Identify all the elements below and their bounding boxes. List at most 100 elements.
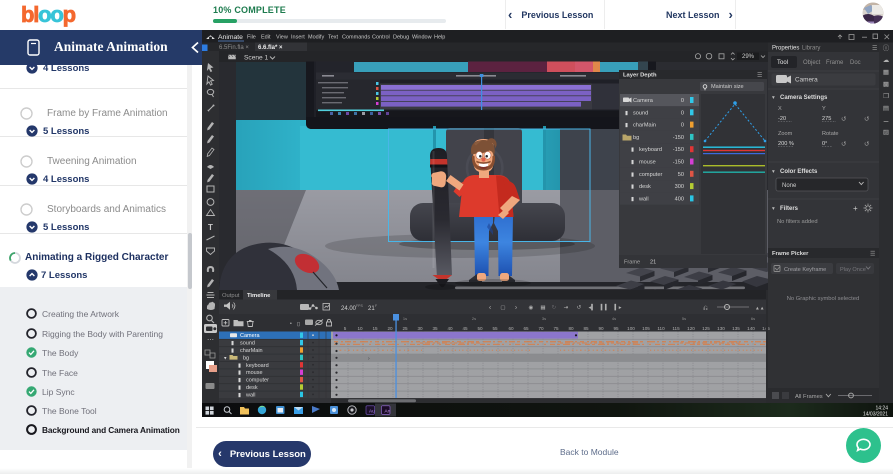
svg-text:▮: ▮ xyxy=(631,172,634,178)
svg-text:-150: -150 xyxy=(673,147,684,153)
svg-text:↺: ↺ xyxy=(841,141,847,148)
svg-text:▲▲: ▲▲ xyxy=(755,307,765,312)
svg-text:Color Effects: Color Effects xyxy=(780,169,818,175)
svg-text:▮: ▮ xyxy=(231,341,234,347)
svg-text:FPS: FPS xyxy=(356,304,363,308)
svg-text:0: 0 xyxy=(681,110,684,116)
svg-text:wall: wall xyxy=(638,196,649,202)
svg-text:135: 135 xyxy=(732,326,740,331)
svg-text:-150: -150 xyxy=(673,160,684,166)
svg-text:5: 5 xyxy=(344,326,347,331)
svg-text:▨: ▨ xyxy=(883,129,889,136)
svg-text:50: 50 xyxy=(678,172,684,178)
svg-text:Frame: Frame xyxy=(624,260,640,266)
svg-text:T: T xyxy=(208,223,213,232)
svg-text:•: • xyxy=(290,321,292,327)
svg-text:▮: ▮ xyxy=(631,196,634,202)
svg-text:115: 115 xyxy=(672,326,680,331)
svg-text:☰: ☰ xyxy=(757,72,762,79)
svg-text:Scene 1: Scene 1 xyxy=(244,54,269,61)
svg-text:▮: ▮ xyxy=(238,392,241,398)
svg-text:75: 75 xyxy=(553,326,559,331)
svg-text:An: An xyxy=(385,409,391,414)
svg-text:105: 105 xyxy=(642,326,650,331)
svg-text:Camera: Camera xyxy=(633,98,654,104)
svg-text:☰: ☰ xyxy=(870,251,875,258)
svg-text:sound: sound xyxy=(633,110,648,116)
svg-text:Frame Picker: Frame Picker xyxy=(772,251,809,257)
svg-text:↺: ↺ xyxy=(841,116,847,123)
svg-text:desk: desk xyxy=(246,385,258,391)
svg-text:Properties: Properties xyxy=(772,46,799,52)
svg-text:▤: ▤ xyxy=(883,105,889,112)
svg-text:Output: Output xyxy=(222,293,240,299)
svg-text:95: 95 xyxy=(613,326,619,331)
svg-text:90: 90 xyxy=(598,326,604,331)
svg-text:Commands: Commands xyxy=(342,35,370,41)
svg-text:bg: bg xyxy=(243,355,249,361)
svg-text:▯: ▯ xyxy=(297,322,300,328)
svg-text:bg: bg xyxy=(633,135,639,141)
svg-text:↻: ↻ xyxy=(552,304,557,311)
svg-text:140: 140 xyxy=(747,326,755,331)
svg-text:mouse: mouse xyxy=(639,160,656,166)
svg-text:6.6.fla* ×: 6.6.fla* × xyxy=(258,45,283,51)
svg-text:▮: ▮ xyxy=(631,160,634,166)
svg-text:sound: sound xyxy=(240,341,255,347)
svg-text:Layer Depth: Layer Depth xyxy=(623,73,657,79)
svg-text:125: 125 xyxy=(702,326,710,331)
svg-text:Window: Window xyxy=(412,35,432,41)
svg-text:Au: Au xyxy=(369,409,375,414)
svg-text:Control: Control xyxy=(372,35,390,41)
svg-text:Play Once: Play Once xyxy=(840,267,866,273)
svg-text:▮: ▮ xyxy=(238,363,241,369)
svg-text:25: 25 xyxy=(402,326,408,331)
svg-text:computer: computer xyxy=(246,378,269,384)
svg-text:200 %: 200 % xyxy=(778,141,794,147)
svg-text:▮: ▮ xyxy=(238,378,241,384)
svg-text:45: 45 xyxy=(462,326,468,331)
svg-text:Text: Text xyxy=(328,35,339,41)
svg-text:Create Keyframe: Create Keyframe xyxy=(784,267,826,273)
svg-text:charMain: charMain xyxy=(633,123,656,129)
svg-text:▦: ▦ xyxy=(540,305,546,311)
svg-text:55: 55 xyxy=(492,326,498,331)
svg-text:Insert: Insert xyxy=(291,35,305,41)
svg-text:▮: ▮ xyxy=(231,348,234,354)
svg-text:▦: ▦ xyxy=(883,69,889,76)
svg-text:21: 21 xyxy=(650,260,656,266)
svg-text:ⓘ: ⓘ xyxy=(883,44,890,52)
svg-text:Timeline: Timeline xyxy=(247,293,271,299)
svg-text:Tool: Tool xyxy=(777,60,788,66)
svg-text:40: 40 xyxy=(447,326,453,331)
svg-text:70: 70 xyxy=(538,326,544,331)
svg-text:↺: ↺ xyxy=(864,116,870,123)
svg-text:Doc: Doc xyxy=(850,60,861,66)
svg-text:80: 80 xyxy=(568,326,574,331)
svg-text:30: 30 xyxy=(417,326,423,331)
svg-text:Camera: Camera xyxy=(240,333,261,339)
svg-text:▮: ▮ xyxy=(625,110,628,116)
svg-text:❒: ❒ xyxy=(883,92,889,100)
svg-text:⎌: ⎌ xyxy=(703,306,708,312)
svg-text:35: 35 xyxy=(432,326,438,331)
svg-text:Debug: Debug xyxy=(393,35,409,41)
svg-text:View: View xyxy=(276,35,288,41)
svg-text:60: 60 xyxy=(508,326,514,331)
svg-text:400: 400 xyxy=(675,196,684,202)
svg-text:100: 100 xyxy=(627,326,635,331)
svg-text:▮: ▮ xyxy=(625,123,628,129)
svg-text:Frame: Frame xyxy=(826,60,844,66)
svg-text:◂▍: ◂▍ xyxy=(588,303,595,311)
svg-text:X: X xyxy=(778,106,782,112)
svg-text:Camera: Camera xyxy=(795,77,818,84)
svg-text:2s: 2s xyxy=(472,316,476,321)
svg-text:↺: ↺ xyxy=(864,141,870,148)
svg-text:▾: ▾ xyxy=(772,206,775,212)
svg-text:File: File xyxy=(247,35,256,41)
svg-text:130: 130 xyxy=(717,326,725,331)
svg-text:65: 65 xyxy=(523,326,529,331)
svg-text:6.5Fin.fla ×: 6.5Fin.fla × xyxy=(219,45,249,51)
svg-text:Rotate: Rotate xyxy=(822,131,838,137)
svg-text:29%: 29% xyxy=(742,54,755,60)
